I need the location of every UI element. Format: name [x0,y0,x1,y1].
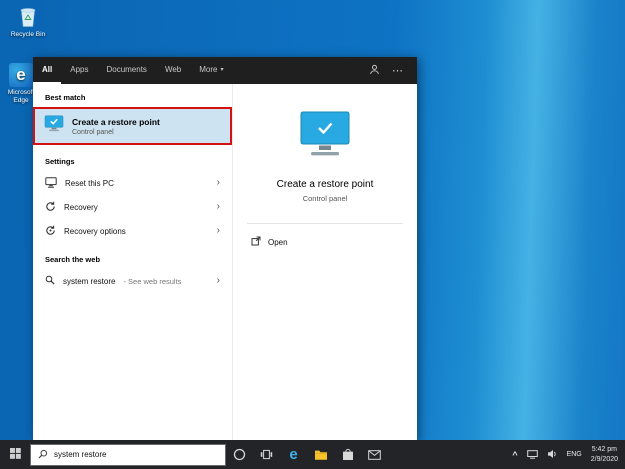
result-reset-this-pc[interactable]: Reset this PC › [33,171,232,195]
open-icon [251,236,261,248]
chevron-right-icon: › [216,225,220,236]
taskbar-search-box[interactable] [30,443,226,466]
settings-section-label: Settings [45,157,75,166]
recycle-bin-label: Recycle Bin [10,31,46,39]
restore-point-large-icon [233,110,417,165]
preview-divider [247,223,403,224]
recovery-icon [45,201,56,214]
edge-taskbar-button[interactable]: e [280,440,307,469]
chevron-down-icon: ▾ [220,67,224,73]
tab-documents-label: Documents [106,65,147,74]
more-options-icon[interactable]: ⋯ [392,64,404,77]
account-icon[interactable] [369,62,380,80]
result-recovery[interactable]: Recovery › [33,195,232,219]
open-label: Open [268,237,288,247]
mail-button[interactable] [361,440,388,469]
tab-more[interactable]: More ▾ [190,57,232,84]
network-icon[interactable] [526,446,538,464]
chevron-right-icon: › [216,177,220,188]
start-search-flyout: All Apps Documents Web More ▾ ⋯ Best mat… [33,57,417,440]
search-tabs-bar: All Apps Documents Web More ▾ ⋯ [33,57,417,84]
result-label: Reset this PC [65,178,114,188]
tab-apps-label: Apps [70,65,89,74]
recovery-options-icon [45,225,56,238]
windows-logo-icon [9,446,21,464]
restore-point-icon [44,115,64,137]
preview-subtitle: Control panel [302,194,348,203]
result-label: Recovery [64,202,98,212]
result-web-system-restore[interactable]: system restore - See web results › [33,269,232,293]
store-button[interactable] [334,440,361,469]
best-match-result-create-restore-point[interactable]: Create a restore point Control panel [33,107,232,145]
best-match-subtitle: Control panel [72,128,114,136]
web-query-text: system restore [63,276,116,286]
result-label: Recovery options [64,226,126,236]
windows-desktop-screen: Recycle Bin e Microsoft Edge All Apps Do… [0,0,625,469]
edge-icon: e [289,446,298,463]
language-indicator[interactable]: ENG [567,451,582,458]
tab-web-label: Web [164,65,182,74]
tab-more-label: More [199,65,218,74]
recycle-bin-shortcut[interactable]: Recycle Bin [6,5,50,39]
search-input[interactable] [54,450,218,459]
reset-pc-icon [45,176,57,190]
chevron-right-icon: › [216,201,220,212]
search-icon [38,446,48,464]
web-section-label: Search the web [45,255,101,264]
results-column: Best match Create a restore point Contro… [33,84,233,440]
tab-documents[interactable]: Documents [97,57,155,84]
system-tray: ^ ENG 5:42 pm 2/9/2020 [512,445,625,464]
tab-web[interactable]: Web [156,57,190,84]
result-recovery-options[interactable]: Recovery options › [33,219,232,243]
web-query-suffix: - See web results [123,276,182,286]
open-action[interactable]: Open [251,236,417,248]
start-button[interactable] [0,440,30,469]
recycle-bin-icon [18,8,38,30]
taskbar: e ^ [0,440,625,469]
chevron-right-icon: › [216,275,220,286]
edge-icon: e [9,63,33,87]
best-match-section-label: Best match [45,93,86,102]
tab-all-label: All [42,65,53,74]
task-view-button[interactable] [253,440,280,469]
preview-title: Create a restore point [276,179,374,190]
tab-all[interactable]: All [33,57,62,84]
preview-pane: Create a restore point Control panel Ope… [233,84,417,440]
volume-icon[interactable] [547,446,558,464]
cortana-button[interactable] [226,440,253,469]
search-icon [45,275,55,287]
clock-date: 2/9/2020 [590,455,618,463]
tray-chevron-icon[interactable]: ^ [512,450,517,460]
clock[interactable]: 5:42 pm 2/9/2020 [591,445,618,464]
best-match-title: Create a restore point [72,116,160,127]
clock-time: 5:42 pm [591,446,618,454]
tab-apps[interactable]: Apps [61,57,97,84]
search-results-body: Best match Create a restore point Contro… [33,84,417,440]
file-explorer-button[interactable] [307,440,334,469]
